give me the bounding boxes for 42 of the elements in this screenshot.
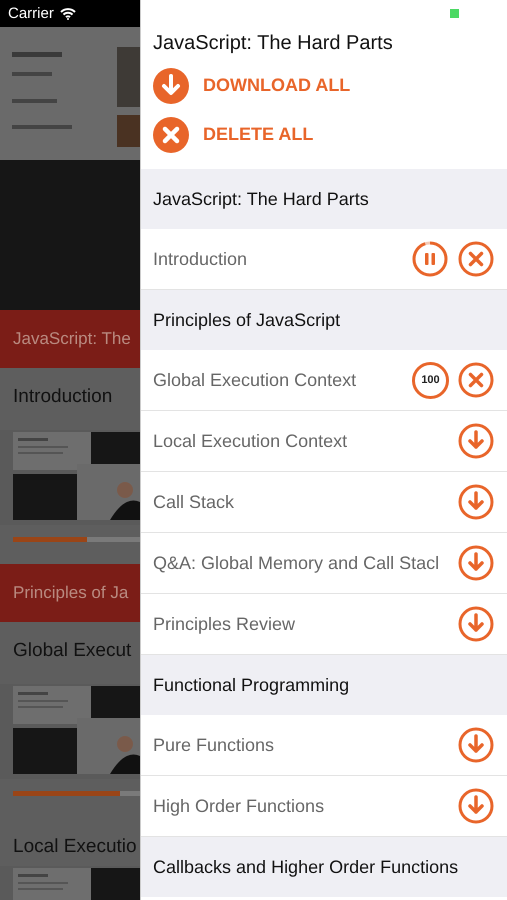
cancel-button[interactable] xyxy=(457,240,495,278)
lesson-title[interactable]: Q&A: Global Memory and Call Stacl xyxy=(153,552,449,574)
download-icon xyxy=(458,484,494,520)
wifi-icon xyxy=(60,8,76,20)
download-icon xyxy=(458,545,494,581)
section-title: Principles of JavaScript xyxy=(153,310,340,330)
download-all-button[interactable]: DOWNLOAD ALL xyxy=(153,61,495,110)
progress-badge: 100 xyxy=(412,362,449,398)
lesson-title: Global Execut xyxy=(13,640,132,662)
download-icon xyxy=(458,788,494,824)
download-button[interactable] xyxy=(457,483,495,521)
download-button[interactable] xyxy=(457,422,495,460)
download-button[interactable] xyxy=(457,605,495,643)
lesson-title[interactable]: Principles Review xyxy=(153,614,449,634)
close-icon xyxy=(458,362,494,398)
download-icon xyxy=(153,68,189,104)
close-icon xyxy=(458,241,494,277)
section-title: Callbacks and Higher Order Functions xyxy=(153,856,458,878)
download-icon xyxy=(458,727,494,763)
download-button[interactable] xyxy=(457,787,495,825)
section-title: JavaScript: The xyxy=(13,329,131,349)
download-icon xyxy=(458,423,494,459)
delete-all-button[interactable]: DELETE ALL xyxy=(153,110,495,159)
lesson-title[interactable]: Pure Functions xyxy=(153,734,449,756)
lesson-title[interactable]: Global Execution Context xyxy=(153,370,404,390)
download-icon xyxy=(458,606,494,642)
lesson-title[interactable]: Introduction xyxy=(153,248,403,270)
section-title: JavaScript: The Hard Parts xyxy=(153,188,369,210)
close-icon xyxy=(153,116,189,152)
download-button[interactable] xyxy=(457,544,495,582)
section-title: Functional Programming xyxy=(153,674,350,696)
course-title: JavaScript: The Hard Parts xyxy=(153,32,394,55)
lesson-title: Introduction xyxy=(13,386,114,408)
delete-button[interactable] xyxy=(457,361,495,399)
lesson-title[interactable]: High Order Functions xyxy=(153,796,449,816)
lesson-title: Local Executio xyxy=(13,836,138,858)
lesson-title[interactable]: Call Stack xyxy=(153,492,449,512)
status-indicator xyxy=(450,9,459,18)
section-title: Principles of Ja xyxy=(13,583,128,603)
carrier-label: Carrier xyxy=(8,5,54,22)
download-button[interactable] xyxy=(457,726,495,764)
lesson-title[interactable]: Local Execution Context xyxy=(153,430,449,452)
